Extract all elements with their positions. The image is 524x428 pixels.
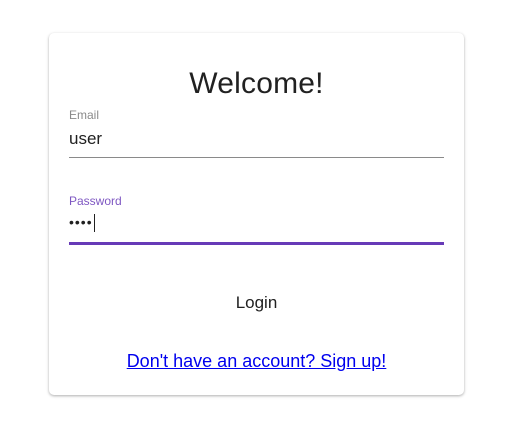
password-value: ••••: [69, 214, 93, 230]
login-button[interactable]: Login: [209, 285, 304, 321]
signup-link-container: Don't have an account? Sign up!: [49, 351, 464, 372]
password-label: Password: [69, 194, 122, 208]
email-value: user: [69, 129, 103, 148]
password-field[interactable]: Password ••••: [69, 194, 444, 246]
email-underline: [69, 157, 444, 158]
password-input[interactable]: ••••: [69, 214, 95, 233]
page-title: Welcome!: [189, 67, 324, 100]
text-caret: [93, 214, 95, 233]
password-underline: [69, 242, 444, 245]
email-label: Email: [69, 108, 100, 122]
signup-link[interactable]: Don't have an account? Sign up!: [127, 351, 387, 371]
login-card: Welcome! Email user Password •••• Login …: [49, 33, 464, 395]
email-field[interactable]: Email user: [69, 108, 444, 158]
email-input[interactable]: user: [69, 129, 102, 149]
